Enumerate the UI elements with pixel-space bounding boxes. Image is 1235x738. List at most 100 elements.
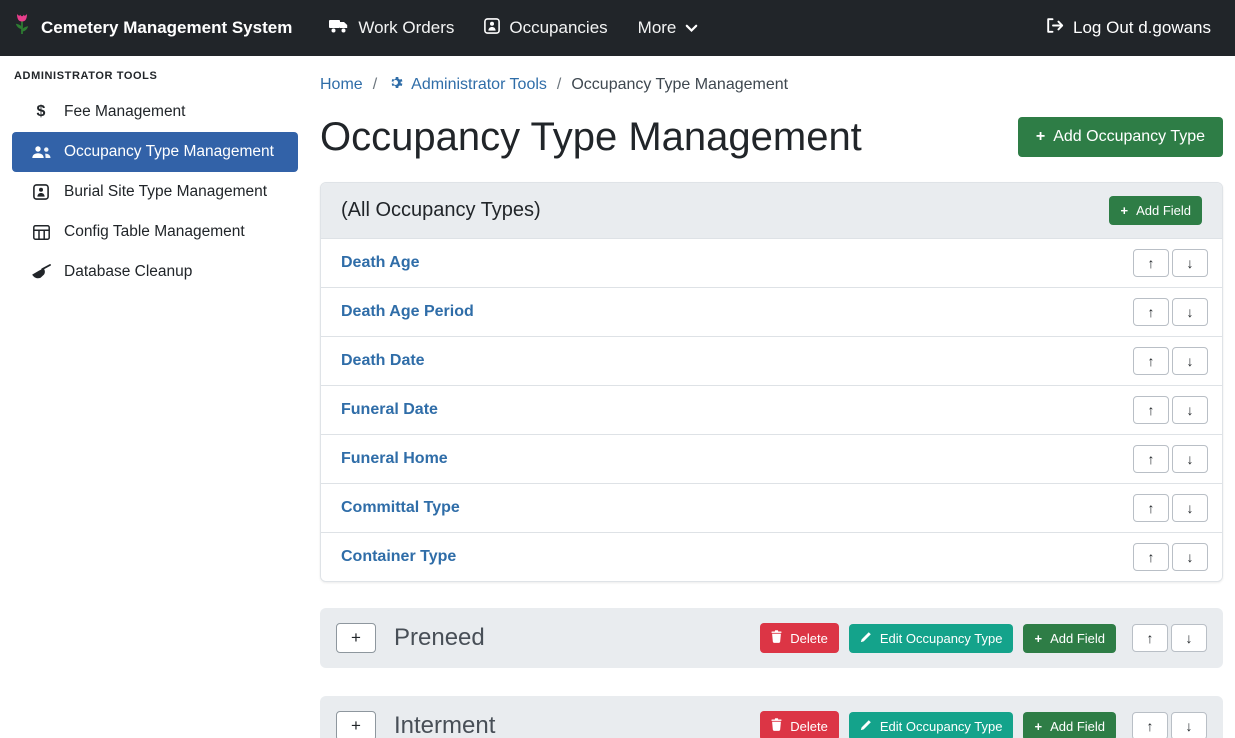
field-link[interactable]: Death Age Period (335, 303, 474, 321)
move-down-button[interactable]: ↓ (1172, 396, 1208, 424)
move-up-button[interactable]: ↑ (1133, 543, 1169, 571)
plus-icon: + (351, 628, 361, 648)
arrow-up-icon: ↑ (1148, 255, 1155, 271)
arrow-up-icon: ↑ (1148, 402, 1155, 418)
move-down-button[interactable]: ↓ (1172, 347, 1208, 375)
chevron-down-icon (685, 18, 698, 38)
edit-label: Edit Occupancy Type (880, 631, 1003, 646)
move-up-button[interactable]: ↑ (1133, 347, 1169, 375)
nav-occupancies[interactable]: Occupancies (469, 10, 622, 47)
breadcrumb-admin-tools-label: Administrator Tools (411, 76, 547, 94)
move-down-button[interactable]: ↓ (1172, 445, 1208, 473)
arrow-down-icon: ↓ (1186, 718, 1193, 734)
field-row: Death Age Period ↑ ↓ (321, 287, 1222, 336)
sidebar-item-label: Database Cleanup (64, 263, 192, 281)
add-field-label: Add Field (1050, 631, 1105, 646)
add-occupancy-type-button[interactable]: + Add Occupancy Type (1018, 117, 1223, 157)
plus-icon: + (1036, 128, 1045, 146)
add-field-button[interactable]: + Add Field (1023, 624, 1116, 653)
truck-icon (329, 18, 349, 39)
add-field-button[interactable]: + Add Field (1023, 712, 1116, 738)
logout-link[interactable]: Log Out d.gowans (1045, 17, 1211, 39)
sidebar-item-config-table-management[interactable]: Config Table Management (12, 212, 298, 252)
field-link[interactable]: Death Age (335, 254, 420, 272)
move-down-button[interactable]: ↓ (1172, 543, 1208, 571)
move-up-button[interactable]: ↑ (1133, 445, 1169, 473)
plus-icon: + (1034, 631, 1042, 646)
main-content: Home / Administrator Tools / Occupancy T… (310, 56, 1235, 738)
move-up-button[interactable]: ↑ (1133, 249, 1169, 277)
edit-occupancy-type-button[interactable]: Edit Occupancy Type (849, 624, 1014, 653)
breadcrumb-admin-tools-link[interactable]: Administrator Tools (387, 74, 547, 96)
field-row: Death Age ↑ ↓ (321, 238, 1222, 287)
arrow-down-icon: ↓ (1187, 500, 1194, 516)
move-down-button[interactable]: ↓ (1172, 298, 1208, 326)
plus-icon: + (351, 716, 361, 736)
sidebar-item-label: Burial Site Type Management (64, 183, 267, 201)
move-up-button[interactable]: ↑ (1132, 624, 1168, 652)
sidebar-item-label: Config Table Management (64, 223, 245, 241)
sidebar: Administrator Tools $ Fee Management Occ… (0, 56, 310, 738)
section-title: Preneed (394, 624, 485, 652)
logout-icon (1045, 17, 1064, 39)
add-field-button[interactable]: + Add Field (1109, 196, 1202, 225)
breadcrumb-home-label: Home (320, 76, 363, 94)
breadcrumb: Home / Administrator Tools / Occupancy T… (320, 74, 1223, 96)
expand-section-button[interactable]: + (336, 711, 376, 738)
sidebar-item-burial-site-type-management[interactable]: Burial Site Type Management (12, 172, 298, 212)
field-row: Committal Type ↑ ↓ (321, 483, 1222, 532)
field-link[interactable]: Funeral Home (335, 450, 448, 468)
sidebar-item-occupancy-type-management[interactable]: Occupancy Type Management (12, 132, 298, 172)
sidebar-heading: Administrator Tools (12, 70, 298, 92)
field-row: Funeral Home ↑ ↓ (321, 434, 1222, 483)
add-occupancy-type-label: Add Occupancy Type (1053, 128, 1205, 146)
person-frame-icon (30, 184, 52, 200)
sidebar-item-fee-management[interactable]: $ Fee Management (12, 92, 298, 132)
move-up-button[interactable]: ↑ (1133, 494, 1169, 522)
pencil-icon (860, 631, 872, 646)
arrow-up-icon: ↑ (1148, 549, 1155, 565)
nav-work-orders[interactable]: Work Orders (314, 10, 469, 47)
sidebar-item-database-cleanup[interactable]: Database Cleanup (12, 252, 298, 292)
tulip-logo-icon (12, 12, 32, 44)
move-down-button[interactable]: ↓ (1172, 249, 1208, 277)
section-actions: Delete Edit Occupancy Type + Add Field ↑ (760, 711, 1207, 738)
add-field-label: Add Field (1050, 719, 1105, 734)
broom-icon (30, 264, 52, 280)
arrow-down-icon: ↓ (1187, 353, 1194, 369)
move-up-button[interactable]: ↑ (1133, 396, 1169, 424)
nav-occupancies-label: Occupancies (509, 18, 607, 38)
arrow-up-icon: ↑ (1148, 304, 1155, 320)
breadcrumb-home-link[interactable]: Home (320, 76, 363, 94)
sidebar-item-label: Fee Management (64, 103, 186, 121)
breadcrumb-separator: / (373, 76, 377, 94)
move-up-button[interactable]: ↑ (1132, 712, 1168, 738)
edit-label: Edit Occupancy Type (880, 719, 1003, 734)
plus-icon: + (1120, 203, 1128, 218)
field-link[interactable]: Committal Type (335, 499, 460, 517)
nav-more-label: More (638, 18, 677, 38)
gear-icon (387, 74, 404, 96)
arrow-up-icon: ↑ (1148, 451, 1155, 467)
delete-button[interactable]: Delete (760, 711, 839, 738)
expand-section-button[interactable]: + (336, 623, 376, 653)
edit-occupancy-type-button[interactable]: Edit Occupancy Type (849, 712, 1014, 738)
app-title: Cemetery Management System (41, 18, 292, 38)
nav-more[interactable]: More (623, 10, 714, 46)
reorder-controls: ↑ ↓ (1133, 543, 1208, 571)
all-occupancy-types-header: (All Occupancy Types) + Add Field (321, 183, 1222, 238)
move-up-button[interactable]: ↑ (1133, 298, 1169, 326)
field-link[interactable]: Funeral Date (335, 401, 438, 419)
dollar-icon: $ (30, 103, 52, 121)
plus-icon: + (1034, 719, 1042, 734)
move-down-button[interactable]: ↓ (1172, 494, 1208, 522)
field-row: Death Date ↑ ↓ (321, 336, 1222, 385)
breadcrumb-separator: / (557, 76, 561, 94)
reorder-controls: ↑ ↓ (1133, 249, 1208, 277)
field-link[interactable]: Death Date (335, 352, 425, 370)
move-down-button[interactable]: ↓ (1171, 712, 1207, 738)
field-link[interactable]: Container Type (335, 548, 456, 566)
app-brand[interactable]: Cemetery Management System (12, 12, 292, 44)
move-down-button[interactable]: ↓ (1171, 624, 1207, 652)
delete-button[interactable]: Delete (760, 623, 839, 653)
